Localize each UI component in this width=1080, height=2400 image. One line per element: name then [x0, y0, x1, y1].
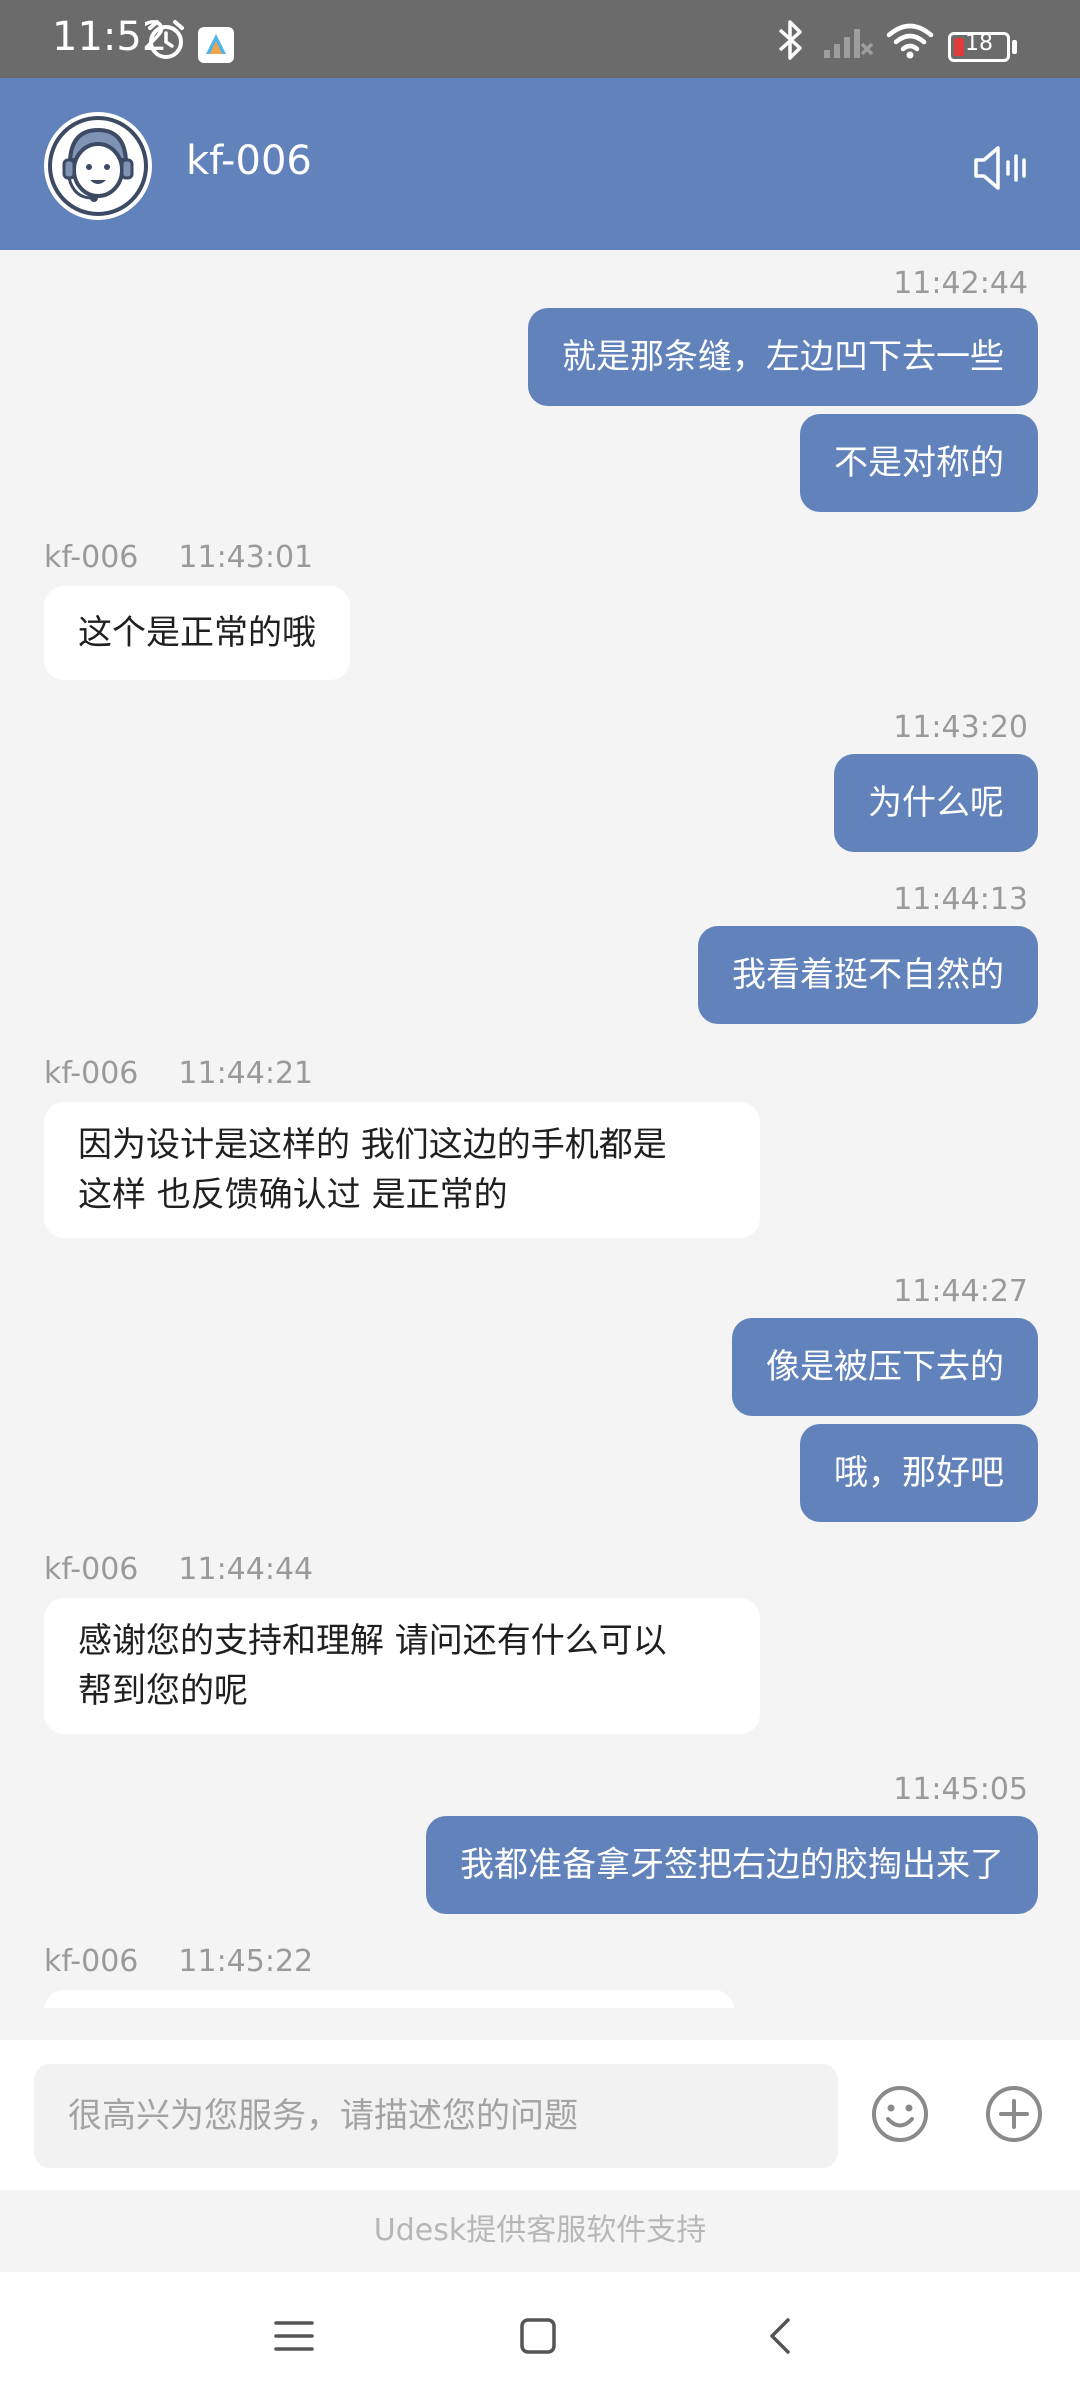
- message-line: 帮到您的呢: [78, 1671, 248, 1711]
- incoming-message[interactable]: 这个是正常的哦: [44, 586, 350, 680]
- incoming-message[interactable]: 因为设计是这样的 我们这边的手机都是 这样 也反馈确认过 是正常的: [44, 1102, 760, 1238]
- system-nav-bar: [0, 2272, 1080, 2400]
- chat-header: kf-006: [0, 78, 1080, 250]
- message-list[interactable]: 11:42:44 就是那条缝，左边凹下去一些 不是对称的 kf-006 11:43…: [0, 250, 1080, 2008]
- incoming-message-meta: kf-006 11:44:44: [44, 1552, 313, 1587]
- battery-percent: 18: [965, 31, 993, 56]
- message-timestamp: 11:44:44: [178, 1552, 314, 1587]
- incoming-message-partial[interactable]: [44, 1990, 734, 2008]
- powered-by-label: Udesk提供客服软件支持: [0, 2190, 1080, 2272]
- battery-icon: 18: [948, 31, 1010, 62]
- sender-name: kf-006: [44, 1056, 139, 1091]
- speaker-icon[interactable]: [972, 144, 1028, 192]
- input-bar: [0, 2040, 1080, 2190]
- bluetooth-icon: [778, 20, 802, 60]
- battery-level: [954, 38, 964, 56]
- incoming-message[interactable]: 感谢您的支持和理解 请问还有什么可以 帮到您的呢: [44, 1598, 760, 1734]
- plus-icon[interactable]: [984, 2084, 1044, 2144]
- message-input[interactable]: [34, 2064, 838, 2168]
- alarm-icon: [148, 20, 184, 59]
- message-timestamp: 11:42:44: [893, 266, 1028, 301]
- message-line: 因为设计是这样的 我们这边的手机都是: [78, 1125, 667, 1165]
- sender-name: kf-006: [44, 1552, 139, 1587]
- message-timestamp: 11:45:05: [893, 1772, 1028, 1807]
- outgoing-message[interactable]: 像是被压下去的: [732, 1318, 1038, 1416]
- outgoing-message[interactable]: 我都准备拿牙签把右边的胶掏出来了: [426, 1816, 1038, 1914]
- outgoing-message[interactable]: 就是那条缝，左边凹下去一些: [528, 308, 1038, 406]
- signal-icon: [824, 29, 874, 58]
- battery-nub: [1012, 40, 1017, 54]
- message-timestamp: 11:44:13: [893, 882, 1028, 917]
- incoming-message-meta: kf-006 11:44:21: [44, 1056, 313, 1091]
- status-bar: 11:52 18: [0, 0, 1080, 78]
- incoming-message-meta: kf-006 11:43:01: [44, 540, 313, 575]
- menu-icon[interactable]: [270, 2312, 318, 2360]
- incoming-message-meta: kf-006 11:45:22: [44, 1944, 313, 1979]
- wifi-icon: [886, 23, 934, 59]
- home-icon[interactable]: [514, 2312, 562, 2360]
- message-line: 这样 也反馈确认过 是正常的: [78, 1175, 508, 1215]
- outgoing-message[interactable]: 为什么呢: [834, 754, 1038, 852]
- emoji-icon[interactable]: [870, 2084, 930, 2144]
- back-icon[interactable]: [758, 2312, 806, 2360]
- outgoing-message[interactable]: 哦，那好吧: [800, 1424, 1038, 1522]
- agent-name: kf-006: [186, 138, 312, 184]
- message-timestamp: 11:45:22: [178, 1944, 314, 1979]
- agent-avatar-icon[interactable]: [44, 112, 152, 220]
- message-timestamp: 11:43:01: [178, 540, 314, 575]
- outgoing-message[interactable]: 不是对称的: [800, 414, 1038, 512]
- message-timestamp: 11:43:20: [893, 710, 1028, 745]
- message-timestamp: 11:44:27: [893, 1274, 1028, 1309]
- app-icon: [198, 27, 234, 63]
- message-timestamp: 11:44:21: [178, 1056, 314, 1091]
- outgoing-message[interactable]: 我看着挺不自然的: [698, 926, 1038, 1024]
- message-line: 感谢您的支持和理解 请问还有什么可以: [78, 1621, 667, 1661]
- sender-name: kf-006: [44, 1944, 139, 1979]
- chat-screen: 11:52 18 kf-006 11:42:44 就是那条缝，左边凹下去一些 不…: [0, 0, 1080, 2400]
- sender-name: kf-006: [44, 540, 139, 575]
